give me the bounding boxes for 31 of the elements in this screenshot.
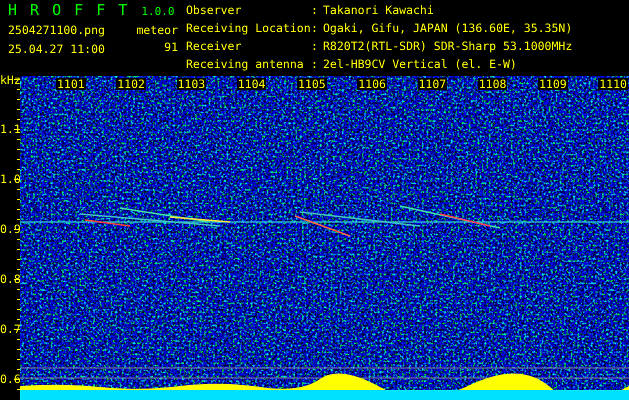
axis-unit: kHz [0,74,21,86]
info-separator: : [311,4,319,19]
meteor-label: meteor [136,24,178,37]
meteor-count: 91 [164,41,178,54]
info-label: Receiving Location [186,22,311,37]
axis-label: 0.7 [0,323,21,335]
date-time: 25.04.27 11:00 [8,43,106,56]
axis-label: 1110 [598,78,628,90]
info-value: Ogaki, Gifu, JAPAN (136.60E, 35.35N) [323,22,572,37]
axis-label: 1105 [297,78,327,90]
info-value: R820T2(RTL-SDR) SDR-Sharp 53.1000MHz [323,40,572,55]
info-label: Observer [186,4,242,19]
axis-label: 1107 [418,78,448,90]
info-value: Takanori Kawachi [323,4,435,19]
axis-label: 1.1 [0,123,21,135]
axis-label: 1104 [236,78,266,90]
version-label: 1.0.0 [141,5,174,18]
axis-label: 1101 [56,78,86,90]
info-label: Receiving antenna [186,58,305,73]
info-value: 2el-HB9CV Vertical (el. E-W) [323,58,518,73]
axis-label: 1109 [538,78,568,90]
info-separator: : [311,22,319,37]
app-title: H R O F F T [8,4,130,17]
axis-label: 1108 [478,78,508,90]
axis-label: 1106 [357,78,387,90]
file-name: 2504271100.png [8,24,106,37]
axis-label: 1102 [116,78,146,90]
info-separator: : [311,40,319,55]
info-separator: : [311,58,319,73]
axis-label: 1103 [176,78,206,90]
info-label: Receiver [186,40,242,55]
